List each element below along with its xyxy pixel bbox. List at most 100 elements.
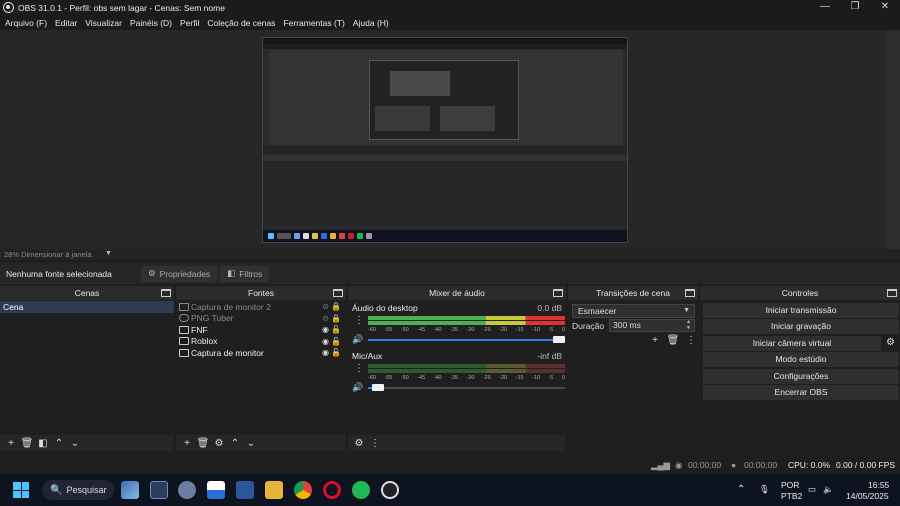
undock-icon[interactable] (161, 289, 171, 297)
studio-mode-button[interactable]: Modo estúdio (703, 352, 899, 367)
minimize-button[interactable]: — (810, 0, 840, 15)
move-up-icon[interactable]: ⌃ (51, 438, 67, 449)
file-explorer-icon[interactable] (265, 481, 283, 499)
scene-filters-icon[interactable]: ◧ (35, 438, 51, 449)
remove-scene-icon[interactable]: 🗑 (19, 438, 35, 449)
zoom-dropdown-icon[interactable]: ▼ (105, 250, 112, 257)
word-icon[interactable] (236, 481, 254, 499)
remove-source-icon[interactable]: 🗑 (195, 438, 211, 449)
lock-icon[interactable]: 🔒 (331, 302, 341, 311)
settings-app-icon[interactable] (178, 481, 196, 499)
start-streaming-button[interactable]: Iniciar transmissão (703, 303, 899, 318)
explorer-app-icon[interactable] (150, 481, 168, 499)
exit-button[interactable]: Encerrar OBS (703, 385, 899, 400)
menu-colecao-cenas[interactable]: Coleção de cenas (207, 18, 275, 28)
source-item[interactable]: Captura de monitor ◉ 🔓 (176, 347, 346, 359)
properties-button[interactable]: ⚙ Propriedades (141, 265, 218, 282)
unlock-icon[interactable]: 🔓 (331, 325, 341, 334)
store-icon[interactable] (207, 481, 225, 499)
language-bottom[interactable]: PTB2 (781, 491, 802, 501)
settings-button[interactable]: Configurações (703, 369, 899, 384)
source-properties-icon[interactable]: ⚙ (211, 438, 227, 449)
volume-icon[interactable]: 🔈 (823, 484, 834, 495)
tick-label: -10 (532, 327, 541, 333)
opera-icon[interactable] (323, 481, 341, 499)
meter-ticks: -60 -55 -50 -45 -40 -35 -30 -25 -20 -15 -10 -5 0 (368, 375, 565, 381)
volume-slider-knob[interactable] (553, 336, 566, 343)
volume-slider[interactable] (368, 384, 565, 391)
spinner-icon[interactable]: ▲ ▼ (686, 319, 691, 331)
virtual-camera-settings-icon[interactable]: ⚙ (884, 336, 897, 349)
start-virtual-camera-button[interactable]: Iniciar câmera virtual (703, 336, 881, 351)
speaker-icon[interactable]: 🔊 (352, 334, 363, 345)
undock-icon[interactable] (553, 289, 563, 297)
menu-perfil[interactable]: Perfil (180, 18, 199, 28)
eye-icon[interactable]: ◉ (322, 325, 329, 334)
obs-taskbar-icon[interactable] (381, 481, 399, 499)
tick-label: -55 (384, 375, 393, 381)
add-transition-icon[interactable]: + (646, 335, 664, 346)
scene-item[interactable]: Cena (0, 301, 174, 313)
title-bar: OBS 31.0.1 - Perfil: obs sem lagar - Cen… (0, 0, 900, 15)
source-item[interactable]: Roblox ◉ 🔓 (176, 336, 346, 348)
volume-slider-knob[interactable] (371, 384, 384, 391)
start-recording-button[interactable]: Iniciar gravação (703, 319, 899, 334)
move-up-icon[interactable]: ⌃ (227, 438, 243, 449)
hidden-eye-icon[interactable]: ⊘ (322, 314, 329, 323)
transition-menu-icon[interactable]: ⋮ (682, 335, 700, 346)
spotify-icon[interactable] (352, 481, 370, 499)
move-down-icon[interactable]: ⌄ (243, 438, 259, 449)
tick-label: 0 (561, 327, 565, 333)
eye-icon[interactable]: ◉ (322, 348, 329, 357)
menu-visualizar[interactable]: Visualizar (85, 18, 122, 28)
tick-label: -30 (466, 327, 475, 333)
add-scene-icon[interactable]: + (3, 438, 19, 449)
unlock-icon[interactable]: 🔓 (331, 337, 341, 346)
clock-time[interactable]: 16:55 (868, 480, 889, 490)
menu-ferramentas[interactable]: Ferramentas (T) (283, 18, 344, 28)
speaker-icon[interactable]: 🔊 (352, 382, 363, 393)
maximize-button[interactable]: ❐ (840, 0, 870, 15)
hidden-eye-icon[interactable]: ⊘ (322, 302, 329, 311)
unlock-icon[interactable]: 🔓 (331, 348, 341, 357)
filters-button[interactable]: ◧ Filtros (220, 265, 270, 282)
move-down-icon[interactable]: ⌄ (67, 438, 83, 449)
source-item[interactable]: PNG Tuber ⊘ 🔒 (176, 313, 346, 325)
duration-input[interactable]: 300 ms ▲ ▼ (609, 319, 695, 332)
photos-icon[interactable] (121, 481, 139, 499)
chrome-icon[interactable] (294, 481, 312, 499)
preview-scrollbar[interactable] (887, 30, 900, 249)
eye-icon[interactable]: ◉ (322, 337, 329, 346)
taskbar-search[interactable]: 🔍 Pesquisar (42, 480, 115, 500)
add-source-icon[interactable]: + (179, 438, 195, 449)
lock-icon[interactable]: 🔒 (331, 314, 341, 323)
source-item[interactable]: Captura de monitor 2 ⊘ 🔒 (176, 301, 346, 313)
undock-icon[interactable] (887, 289, 897, 297)
channel-menu-icon[interactable]: ⋮ (354, 363, 364, 374)
menu-arquivo[interactable]: Arquivo (F) (5, 18, 47, 28)
menu-paineis[interactable]: Painéis (D) (130, 18, 172, 28)
network-icon[interactable]: ▭ (808, 484, 816, 495)
start-button[interactable] (13, 482, 29, 498)
microphone-icon[interactable]: 🎙 (759, 484, 770, 495)
language-top[interactable]: POR (781, 480, 799, 490)
close-button[interactable]: ✕ (870, 0, 900, 15)
transition-select[interactable]: Esmaecer ▼ (572, 304, 695, 318)
mixer-menu-icon[interactable]: ⋮ (367, 438, 383, 449)
tick-label: -25 (482, 375, 491, 381)
audio-settings-icon[interactable]: ⚙ (351, 438, 367, 449)
clock-date[interactable]: 14/05/2025 (846, 491, 889, 501)
chevron-up-icon[interactable]: ⌃ (737, 484, 745, 495)
controls-header: Controles (700, 286, 900, 300)
stream-time: 00:00:00 (688, 460, 722, 470)
source-item[interactable]: FNF ◉ 🔓 (176, 324, 346, 336)
volume-slider[interactable] (368, 336, 566, 343)
remove-transition-icon[interactable]: 🗑 (664, 335, 682, 346)
duration-label: Duração (572, 321, 605, 331)
menu-ajuda[interactable]: Ajuda (H) (353, 18, 389, 28)
tick-label: -20 (499, 327, 508, 333)
channel-menu-icon[interactable]: ⋮ (354, 315, 364, 326)
undock-icon[interactable] (333, 289, 343, 297)
undock-icon[interactable] (685, 289, 695, 297)
menu-editar[interactable]: Editar (55, 18, 77, 28)
